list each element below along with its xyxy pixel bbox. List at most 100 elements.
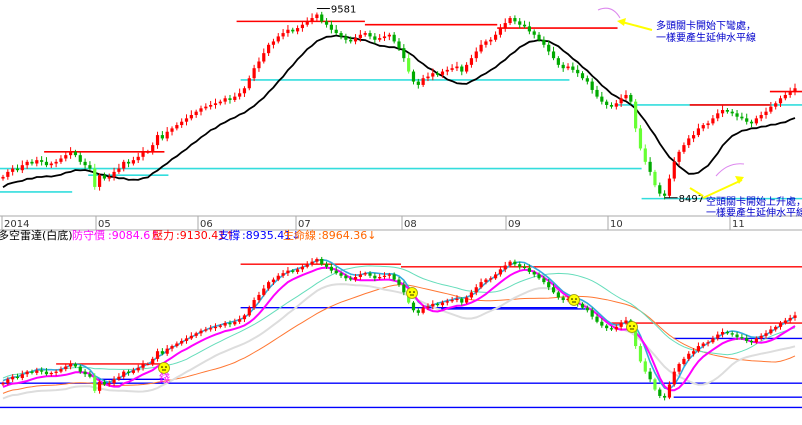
top-candle-body: [614, 103, 618, 107]
mid-candle-body: [204, 329, 208, 331]
top-candle-body: [44, 161, 49, 166]
top-candle-body: [242, 88, 247, 94]
smiley-eye: [409, 291, 411, 293]
top-candle-body: [609, 104, 614, 107]
mid-candle-body: [69, 363, 73, 367]
mid-candle-body: [209, 328, 213, 330]
top-candle-body: [373, 36, 377, 40]
mid-candle-body: [653, 379, 657, 390]
mid-candle-body: [677, 363, 681, 372]
top-candle-body: [295, 28, 300, 32]
top-candle-body: [416, 81, 420, 85]
top-candle-body: [745, 118, 749, 122]
top-candle-body: [518, 21, 522, 25]
mid-candle-body: [281, 273, 285, 276]
top-candle-body: [774, 103, 778, 107]
mid-candle-body: [6, 379, 10, 384]
top-candle-body: [363, 33, 367, 35]
mid-candle-body: [363, 273, 367, 275]
top-candle-body: [522, 24, 527, 27]
mid-candle-body: [247, 307, 251, 316]
top-candle-body: [252, 68, 256, 79]
mid-candle-body: [465, 297, 469, 303]
chart-svg: 95818497 2014 05 06 07 08 09 10 11 錢 多空雷達(白底) 防…: [0, 0, 802, 421]
mid-candle-body: [522, 266, 527, 269]
top-candle-body: [498, 28, 503, 35]
annotation-2-line1: 空頭關卡開始上升處，: [706, 195, 802, 208]
mid-candle-body: [213, 326, 218, 329]
top-candle-body: [566, 66, 570, 69]
mid-candle-body: [701, 343, 705, 347]
top-candle-body: [764, 111, 768, 116]
top-candle-body: [49, 163, 53, 166]
mid-candle-body: [643, 361, 647, 372]
mid-candle-body: [49, 372, 53, 375]
mid-candle-body: [64, 366, 68, 370]
top-candle-body: [590, 81, 594, 90]
top-candle-body: [291, 29, 295, 32]
mid-candle-body: [136, 367, 140, 371]
top-candle-body: [184, 118, 189, 122]
smiley-eye: [575, 298, 577, 300]
top-candle-body: [508, 18, 512, 24]
top-candle-body: [233, 96, 237, 100]
mid-candle-body: [88, 374, 92, 377]
mid-candle-body: [15, 376, 20, 379]
mid-candle-body: [542, 278, 546, 283]
top-candle-body: [469, 58, 474, 65]
mid-candle-body: [474, 287, 478, 293]
top-candle-body: [1, 176, 5, 179]
top-candle-body: [551, 51, 556, 59]
indicator-legend: 多空雷達(白底) 防守價 :9084.6↑ 壓力 :9130.41↑ 支撐 :8…: [0, 228, 376, 242]
top-candle-body: [11, 168, 15, 172]
top-candle-body: [40, 160, 44, 162]
mid-candle-body: [160, 351, 164, 354]
top-candle-body: [387, 34, 391, 37]
mid-candle-body: [663, 395, 667, 398]
top-candle-body: [267, 44, 271, 54]
top-candle-body: [97, 175, 102, 187]
mid-candle-body: [783, 320, 787, 324]
mid-candle-body: [769, 329, 773, 334]
top-candle-body: [281, 33, 285, 37]
top-candle-body: [59, 158, 63, 162]
mid-candle-body: [498, 269, 503, 275]
mid-candle-body: [20, 374, 24, 379]
mid-candle-body: [585, 307, 589, 311]
top-candle-body: [122, 161, 126, 169]
mid-candle-body: [551, 287, 556, 293]
top-candle-body: [436, 73, 440, 75]
mid-candle-body: [11, 376, 15, 380]
top-candle-body: [223, 98, 227, 102]
x-tick-label: 08: [404, 219, 417, 230]
top-candle-body: [426, 76, 430, 79]
top-candle-body: [131, 160, 135, 164]
mid-candle-body: [315, 258, 319, 262]
mid-candle-body: [489, 278, 493, 280]
top-candle-body: [687, 138, 691, 146]
mid-candle-body: [353, 277, 358, 280]
top-candle-body: [382, 36, 387, 39]
top-candle-body: [653, 171, 657, 186]
top-candle-body: [262, 53, 266, 62]
mid-candle-body: [305, 264, 309, 267]
top-candle-body: [329, 24, 333, 30]
mid-candle-body: [460, 298, 464, 303]
top-candle-body: [368, 33, 372, 37]
smiley-eye: [629, 325, 631, 327]
smiley-icon: [568, 294, 580, 306]
top-candle-body: [378, 38, 382, 40]
top-candle-body: [107, 176, 111, 179]
mid-candle-body: [725, 332, 729, 334]
top-candle-body: [315, 14, 319, 19]
mid-candle-body: [450, 300, 454, 302]
mid-candle-body: [431, 303, 435, 307]
top-candle-body: [648, 161, 652, 172]
top-candle-body: [218, 101, 222, 104]
mid-candle-body: [402, 284, 406, 293]
top-candle-body: [276, 36, 280, 42]
top-candle-body: [102, 175, 107, 179]
mid-candle-body: [416, 310, 420, 313]
mid-candle-body: [107, 383, 111, 385]
mid-candle-body: [605, 325, 609, 329]
